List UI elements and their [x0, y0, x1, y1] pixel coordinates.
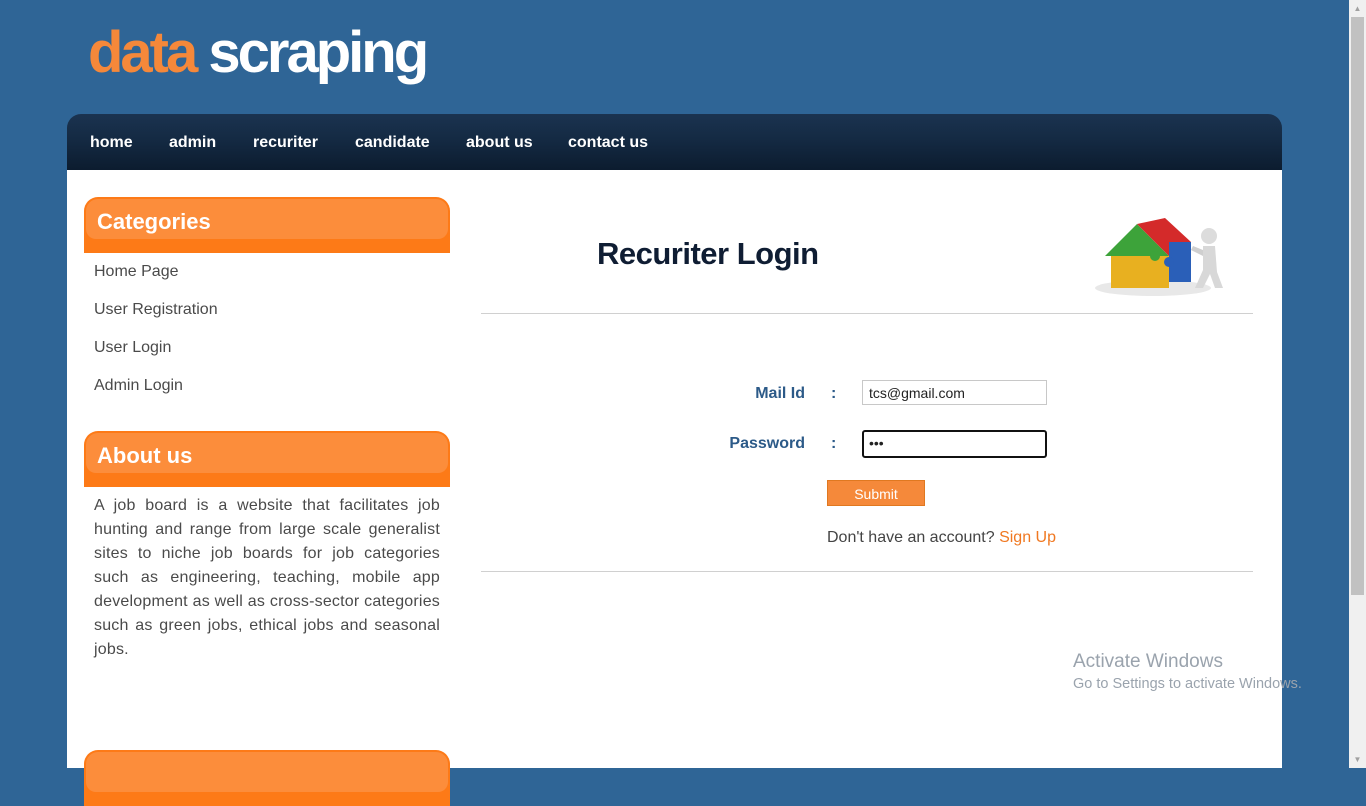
about-header: About us — [84, 431, 450, 487]
watermark-title: Activate Windows — [1073, 651, 1223, 672]
page-title: Recuriter Login — [597, 236, 819, 271]
about-text: A job board is a website that facilitate… — [94, 497, 440, 658]
signup-link[interactable]: Sign Up — [999, 529, 1056, 546]
nav-contact-us[interactable]: contact us — [568, 134, 648, 152]
mail-colon: : — [831, 385, 837, 402]
nav-candidate[interactable]: candidate — [355, 134, 430, 152]
category-admin-login[interactable]: Admin Login — [94, 376, 183, 396]
vertical-scrollbar[interactable]: ▲ ▼ — [1349, 0, 1366, 768]
password-input[interactable]: ••• — [862, 430, 1047, 458]
signup-prompt: Don't have an account? — [827, 529, 995, 546]
mail-id-label: Mail Id — [755, 385, 805, 402]
categories-header: Categories — [84, 197, 450, 253]
logo-word-scraping: scraping — [208, 20, 429, 85]
main-nav: home admin recuriter candidate about us … — [67, 114, 1282, 170]
divider-top — [481, 313, 1253, 314]
signup-line: Don't have an account? Sign Up — [827, 529, 1056, 547]
mail-id-input[interactable]: tcs@gmail.com — [862, 380, 1047, 405]
nav-home[interactable]: home — [90, 134, 133, 152]
nav-about-us[interactable]: about us — [466, 134, 533, 152]
scroll-up-arrow-icon[interactable]: ▲ — [1349, 0, 1366, 17]
divider-bottom — [481, 571, 1253, 572]
windows-activation-watermark: Activate Windows Go to Settings to activ… — [1073, 651, 1302, 695]
puzzle-house-figure-icon — [1095, 218, 1223, 296]
nav-admin[interactable]: admin — [169, 134, 216, 152]
site-logo[interactable]: data scraping — [88, 18, 429, 88]
scroll-down-arrow-icon[interactable]: ▼ — [1349, 751, 1366, 768]
category-user-registration[interactable]: User Registration — [94, 300, 218, 320]
watermark-subtitle: Go to Settings to activate Windows. — [1073, 676, 1302, 692]
password-label: Password — [729, 435, 805, 452]
nav-recuriter[interactable]: recuriter — [253, 134, 318, 152]
third-box-header — [84, 750, 450, 806]
about-title: About us — [97, 443, 193, 468]
category-home-page[interactable]: Home Page — [94, 262, 179, 282]
categories-title: Categories — [97, 209, 211, 234]
submit-button[interactable]: Submit — [827, 480, 925, 506]
category-user-login[interactable]: User Login — [94, 338, 171, 358]
logo-word-data: data — [88, 20, 198, 85]
scrollbar-thumb[interactable] — [1351, 17, 1364, 595]
password-colon: : — [831, 435, 837, 452]
